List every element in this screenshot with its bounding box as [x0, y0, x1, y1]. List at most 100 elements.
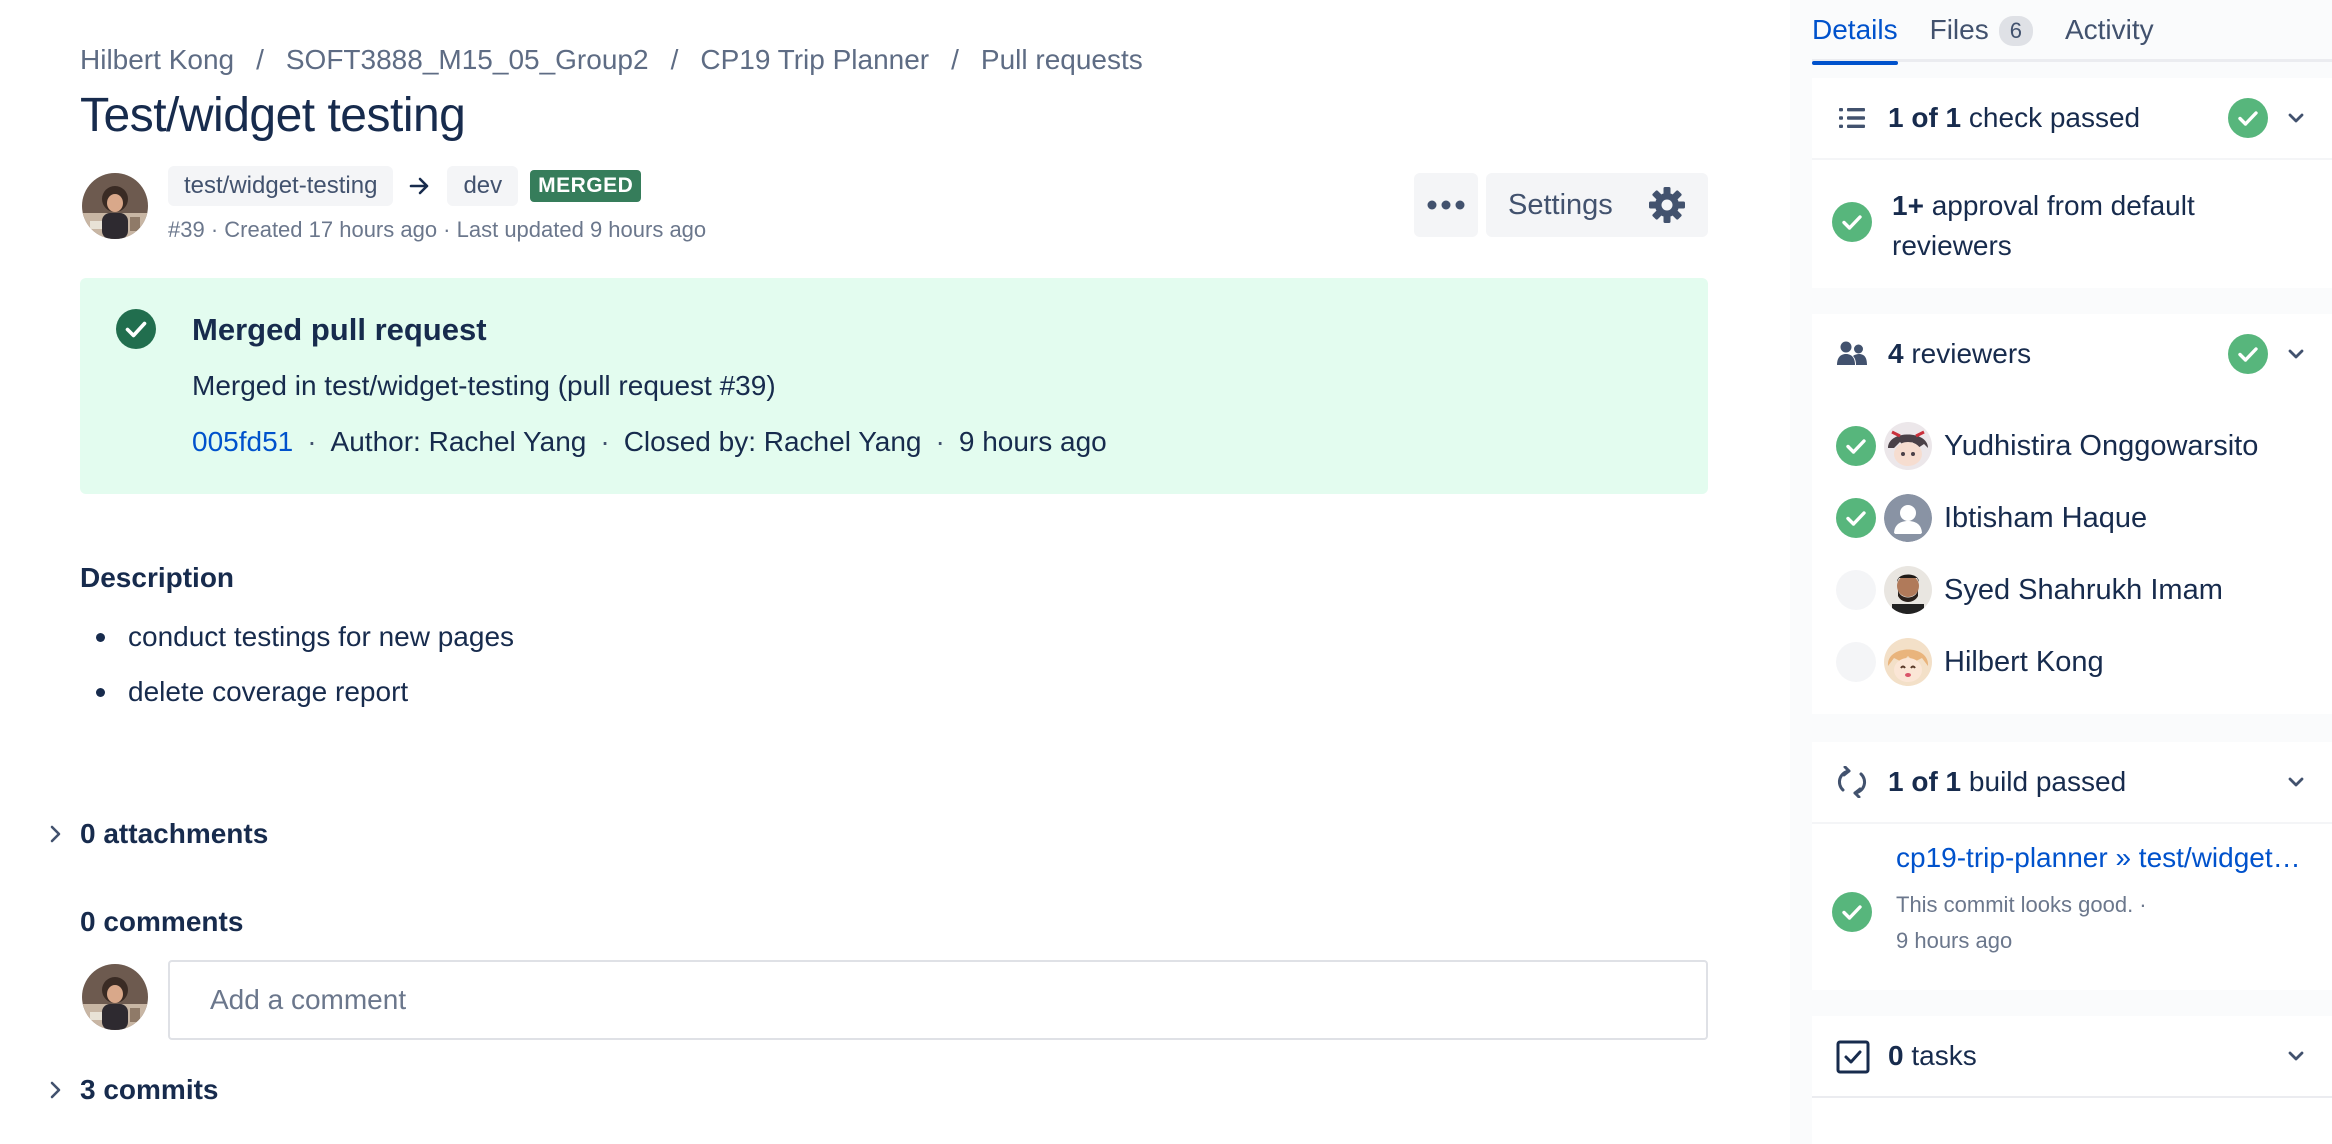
- people-icon: [1836, 338, 1868, 370]
- merge-commit-link[interactable]: 005fd51: [192, 426, 293, 458]
- pending-status-indicator: [1836, 570, 1876, 610]
- more-icon: [1427, 200, 1465, 210]
- checks-header[interactable]: 1 of 1 check passed: [1812, 78, 2332, 158]
- more-actions-button[interactable]: [1414, 173, 1478, 237]
- check-circle-icon: [1832, 892, 1872, 932]
- tasks-header[interactable]: 0 tasks: [1812, 1016, 2332, 1096]
- tab-activity[interactable]: Activity: [2065, 0, 2154, 62]
- approved-check-icon: [1836, 498, 1876, 538]
- breadcrumb: Hilbert Kong / SOFT3888_M15_05_Group2 / …: [80, 42, 1143, 78]
- reviewers-summary: 4 reviewers: [1888, 338, 2032, 369]
- separator-dot: ·: [935, 426, 945, 457]
- reviewer-yudhistira[interactable]: Yudhistira Onggowarsito: [1836, 418, 2258, 474]
- attachments-toggle[interactable]: 0 attachments: [44, 818, 268, 850]
- reviewer-name: Ibtisham Haque: [1944, 501, 2148, 534]
- separator-dot: ·: [600, 426, 610, 457]
- details-sidebar: Details Files 6 Activity 1 of 1 check pa…: [1790, 0, 2332, 1144]
- check-circle-icon: [2228, 98, 2268, 138]
- chevron-down-icon[interactable]: [2284, 770, 2308, 794]
- merged-title: Merged pull request: [192, 312, 487, 347]
- check-circle-icon: [2228, 334, 2268, 374]
- source-branch[interactable]: test/widget-testing: [168, 166, 394, 206]
- settings-button[interactable]: Settings: [1486, 173, 1708, 237]
- merge-author: Author: Rachel Yang: [330, 426, 587, 457]
- commits-toggle[interactable]: 3 commits: [44, 1074, 219, 1106]
- build-status-item: cp19-trip-planner » test/widget-testing …: [1832, 842, 2322, 982]
- tab-details[interactable]: Details: [1812, 0, 1898, 65]
- merge-time: 9 hours ago: [958, 426, 1107, 457]
- chevron-down-icon[interactable]: [2284, 1044, 2308, 1068]
- refresh-icon: [1836, 766, 1868, 798]
- tab-files[interactable]: Files 6: [1930, 0, 2033, 62]
- page-title: Test/widget testing: [80, 89, 466, 142]
- avatar: [1884, 422, 1932, 470]
- merged-pull-request-panel: Merged pull request Merged in test/widge…: [80, 278, 1708, 494]
- checks-summary: 1 of 1 check passed: [1888, 102, 2141, 133]
- pull-request-meta: #39 · Created 17 hours ago · Last update…: [168, 217, 707, 242]
- approved-check-icon: [1836, 426, 1876, 466]
- breadcrumb-separator: /: [951, 44, 959, 75]
- sidebar-tabs: Details Files 6 Activity: [1812, 0, 2332, 65]
- approval-check-label: 1+ approval from default reviewers: [1892, 190, 2195, 261]
- tab-label: Files: [1929, 14, 1989, 45]
- tasks-card: 0 tasks: [1812, 1016, 2332, 1098]
- description-heading: Description: [80, 562, 235, 593]
- checkbox-icon: [1836, 1040, 1870, 1074]
- chevron-right-icon: [44, 823, 66, 845]
- check-circle-icon: [116, 309, 156, 349]
- separator-dot: ·: [307, 426, 317, 457]
- list-icon: [1836, 102, 1868, 134]
- attachments-label: 0 attachments: [80, 818, 269, 849]
- merged-status-badge: MERGED: [530, 170, 642, 202]
- commits-label: 3 commits: [80, 1074, 219, 1105]
- reviewer-ibtisham[interactable]: Ibtisham Haque: [1836, 490, 2147, 546]
- list-item: conduct testings for new pages: [80, 617, 514, 672]
- builds-summary: 1 of 1 build passed: [1888, 766, 2127, 797]
- branch-info: test/widget-testing dev MERGED: [168, 164, 642, 208]
- merge-closed-by: Closed by: Rachel Yang: [623, 426, 922, 457]
- comments-heading: 0 comments: [80, 906, 244, 937]
- chevron-down-icon[interactable]: [2284, 342, 2308, 366]
- build-message: This commit looks good. ·: [1896, 892, 2147, 917]
- build-link[interactable]: cp19-trip-planner » test/widget-testing: [1896, 842, 2308, 874]
- reviewer-name: Yudhistira Onggowarsito: [1944, 429, 2259, 462]
- tab-label: Activity: [2064, 14, 2154, 45]
- breadcrumb-item-project[interactable]: SOFT3888_M15_05_Group2: [286, 44, 649, 76]
- author-avatar[interactable]: [82, 173, 148, 239]
- chevron-down-icon[interactable]: [2284, 106, 2308, 130]
- settings-button-label: Settings: [1508, 188, 1613, 221]
- pending-status-indicator: [1836, 642, 1876, 682]
- comment-input[interactable]: [168, 960, 1708, 1040]
- builds-card: 1 of 1 build passed cp19-trip-planner » …: [1812, 742, 2332, 990]
- current-user-avatar: [82, 964, 148, 1030]
- target-branch[interactable]: dev: [447, 166, 519, 206]
- list-item: delete coverage report: [80, 672, 514, 727]
- reviewer-name: Hilbert Kong: [1944, 645, 2104, 678]
- gear-icon: [1648, 186, 1686, 224]
- tasks-summary: 0 tasks: [1888, 1040, 1977, 1071]
- reviewers-header[interactable]: 4 reviewers: [1812, 314, 2332, 394]
- divider: [1812, 158, 2332, 160]
- check-circle-icon: [1832, 202, 1872, 242]
- default-reviewer-approval-check: 1+ approval from default reviewers: [1832, 186, 2312, 266]
- avatar: [1884, 566, 1932, 614]
- merged-meta: 005fd51 · Author: Rachel Yang · Closed b…: [192, 426, 1107, 458]
- reviewer-name: Syed Shahrukh Imam: [1944, 573, 2223, 606]
- default-person-avatar: [1884, 494, 1932, 542]
- breadcrumb-item-pull-requests[interactable]: Pull requests: [981, 44, 1143, 76]
- files-count-badge: 6: [1998, 16, 2033, 46]
- pull-request-main: Hilbert Kong / SOFT3888_M15_05_Group2 / …: [0, 0, 1790, 1144]
- sidebar-panel-tail: [1812, 1098, 2332, 1144]
- divider: [1812, 822, 2332, 824]
- reviewer-hilbert[interactable]: Hilbert Kong: [1836, 634, 2104, 690]
- reviewer-syed[interactable]: Syed Shahrukh Imam: [1836, 562, 2223, 618]
- checks-card: 1 of 1 check passed 1+ approval from def…: [1812, 78, 2332, 288]
- builds-header[interactable]: 1 of 1 build passed: [1812, 742, 2332, 822]
- chevron-right-icon: [44, 1079, 66, 1101]
- breadcrumb-separator: /: [670, 44, 679, 75]
- arrow-right-icon: [409, 175, 431, 197]
- reviewers-card: 4 reviewers Yudhistira Onggowarsito Ibti…: [1812, 314, 2332, 714]
- breadcrumb-item-repository[interactable]: CP19 Trip Planner: [700, 44, 929, 76]
- breadcrumb-item-workspace[interactable]: Hilbert Kong: [80, 44, 234, 76]
- breadcrumb-separator: /: [256, 44, 264, 75]
